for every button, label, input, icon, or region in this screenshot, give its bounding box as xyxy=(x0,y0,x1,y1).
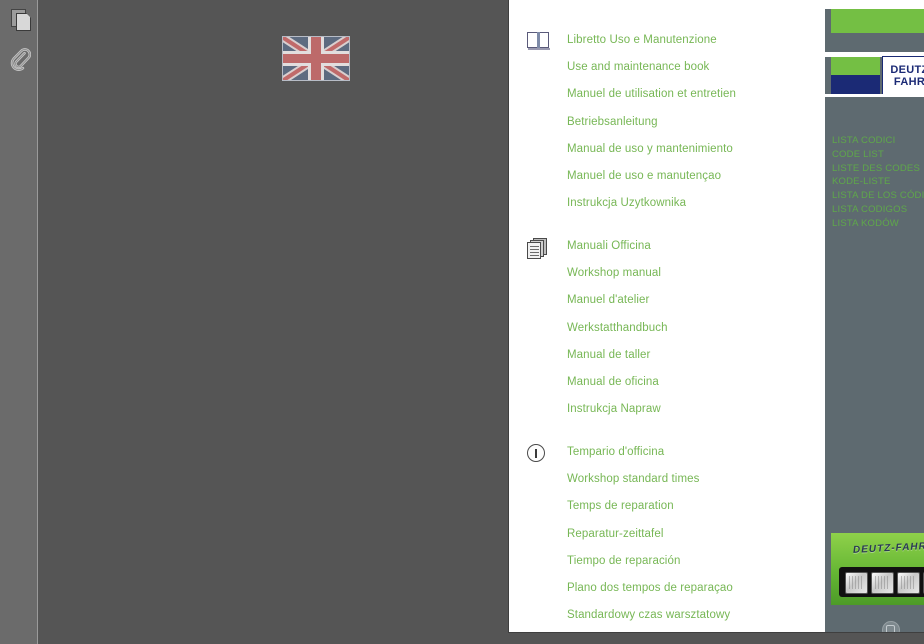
language-line: Use and maintenance book xyxy=(567,61,710,73)
language-line: Standardowy czas warsztatowy xyxy=(567,609,731,621)
logo-blue-left xyxy=(831,75,880,94)
code-list-line: LISTA CODICI xyxy=(832,135,896,146)
sidebar-item-attachments[interactable] xyxy=(7,47,33,76)
language-line: Reparatur-zeittafel xyxy=(567,528,664,540)
top-white-strip xyxy=(825,0,924,9)
code-list-line: LISTE DES CODES xyxy=(832,162,920,174)
pages-icon xyxy=(8,7,32,31)
tractor-grille xyxy=(839,567,924,597)
language-line: Tempario d'officina xyxy=(567,446,665,458)
green-accent-bar xyxy=(831,9,924,33)
logo-text-fahr: FAHR xyxy=(893,75,924,88)
language-line: Workshop manual xyxy=(567,267,661,279)
tractor-hood-text: DEUTZ-FAHR xyxy=(852,541,924,556)
sdf-watermark-logo xyxy=(882,621,900,632)
pdf-page: Libretto Uso e Manutenzione Use and main… xyxy=(509,0,924,632)
language-line: Manual de oficina xyxy=(567,376,659,388)
code-list-line: CODE LIST xyxy=(832,148,884,160)
language-line: Werkstatthandbuch xyxy=(567,322,668,334)
language-line: Betriebsanleitung xyxy=(567,116,658,128)
deutz-fahr-logo: DEUTZ FAHR xyxy=(825,56,924,95)
page-content-column: Libretto Uso e Manutenzione Use and main… xyxy=(509,0,825,632)
code-list-line: LISTA DE LOS CÓDIGOS xyxy=(832,190,924,202)
language-line: Plano dos tempos de reparaçao xyxy=(567,582,733,594)
code-list-line: LISTA CODIGOS xyxy=(832,203,908,215)
language-line: Workshop standard times xyxy=(567,473,700,485)
document-canvas[interactable]: Libretto Uso e Manutenzione Use and main… xyxy=(39,0,924,644)
logo-green-left xyxy=(831,57,880,75)
clock-icon xyxy=(527,444,553,466)
language-line: Manuali Officina xyxy=(567,240,651,252)
code-list-line: LISTA KODÓW xyxy=(832,217,899,229)
code-list-block: LISTA CODICI CODE LIST LISTE DES CODES K… xyxy=(832,134,924,231)
logo-wordmark: DEUTZ FAHR xyxy=(882,56,924,95)
language-line: Libretto Uso e Manutenzione xyxy=(567,34,717,46)
open-book-icon xyxy=(527,32,553,54)
documents-stack-icon xyxy=(527,238,553,260)
language-line: Manuel de utilisation et entretien xyxy=(567,88,736,100)
paperclip-icon xyxy=(9,47,32,76)
logo-bottom-white-strip xyxy=(825,94,924,97)
sidebar-item-page-thumbnails[interactable] xyxy=(7,6,33,32)
language-line: Instrukcja Napraw xyxy=(567,403,661,415)
logo-text-deutz: DEUTZ xyxy=(890,63,924,76)
pdf-viewer-window: Libretto Uso e Manutenzione Use and main… xyxy=(0,0,924,644)
language-line: Manual de uso y mantenimiento xyxy=(567,143,733,155)
code-list-line: KODE-LISTE xyxy=(832,176,891,188)
tractor-photo: DEUTZ-FAHR xyxy=(831,533,924,605)
uk-flag-icon xyxy=(282,36,350,81)
viewer-sidebar xyxy=(0,0,38,644)
language-line: Manuel de uso e manutençao xyxy=(567,170,722,182)
language-line: Instrukcja Uzytkownika xyxy=(567,197,687,209)
language-line: Manuel d'atelier xyxy=(567,294,650,306)
language-line: Temps de reparation xyxy=(567,500,674,512)
language-line: Tiempo de reparación xyxy=(567,555,681,567)
brand-column: DEUTZ FAHR LISTA CODICI CODE LIST LISTE … xyxy=(825,0,924,632)
language-line: Manual de taller xyxy=(567,349,651,361)
